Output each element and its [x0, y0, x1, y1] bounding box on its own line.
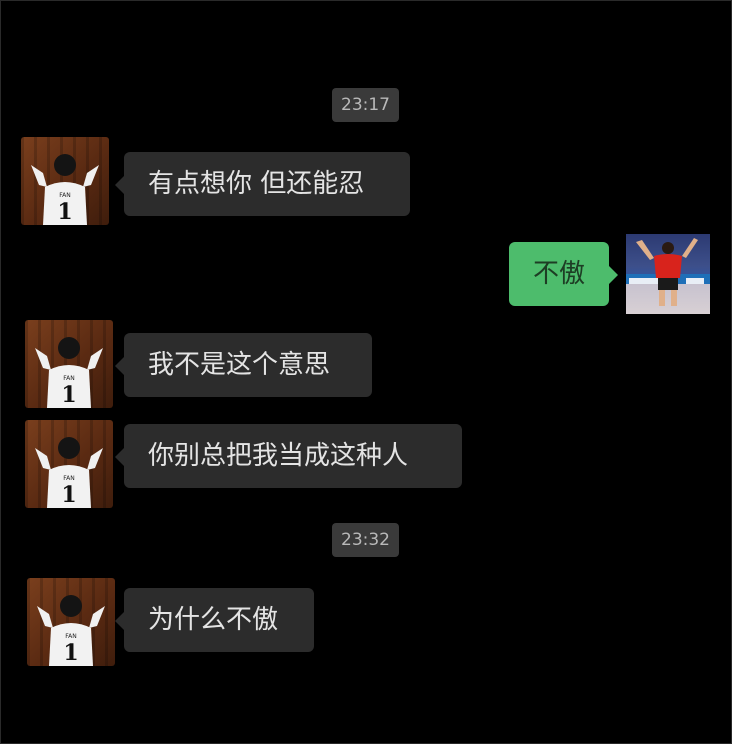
jersey-figure-icon: FAN 1 — [35, 437, 103, 508]
player-photo-icon — [626, 238, 710, 306]
svg-text:1: 1 — [61, 482, 76, 508]
my-avatar[interactable] — [626, 234, 710, 314]
message-bubble[interactable]: 为什么不傲 — [115, 588, 314, 652]
jersey-figure-icon: FAN 1 — [37, 595, 105, 666]
svg-text:1: 1 — [63, 640, 78, 666]
contact-avatar[interactable]: FAN 1 — [25, 320, 113, 408]
svg-text:FAN: FAN — [63, 375, 75, 382]
svg-text:FAN: FAN — [63, 475, 75, 482]
message-bubble[interactable]: 有点想你 但还能忍 — [115, 152, 410, 216]
timestamp: 23:17 — [332, 88, 399, 122]
svg-text:FAN: FAN — [59, 192, 71, 199]
message-bubble-outgoing[interactable]: 不傲 — [509, 242, 618, 306]
message-bubble[interactable]: 你别总把我当成这种人 — [115, 424, 462, 488]
contact-avatar[interactable]: FAN 1 — [27, 578, 115, 666]
svg-text:1: 1 — [61, 382, 76, 408]
svg-text:1: 1 — [57, 199, 72, 225]
jersey-figure-icon: FAN 1 — [31, 154, 99, 225]
timestamp: 23:32 — [332, 523, 399, 557]
jersey-figure-icon: FAN 1 — [35, 337, 103, 408]
contact-avatar[interactable]: FAN 1 — [25, 420, 113, 508]
contact-avatar[interactable]: FAN 1 — [21, 137, 109, 225]
svg-text:FAN: FAN — [65, 633, 77, 640]
message-bubble[interactable]: 我不是这个意思 — [115, 333, 372, 397]
